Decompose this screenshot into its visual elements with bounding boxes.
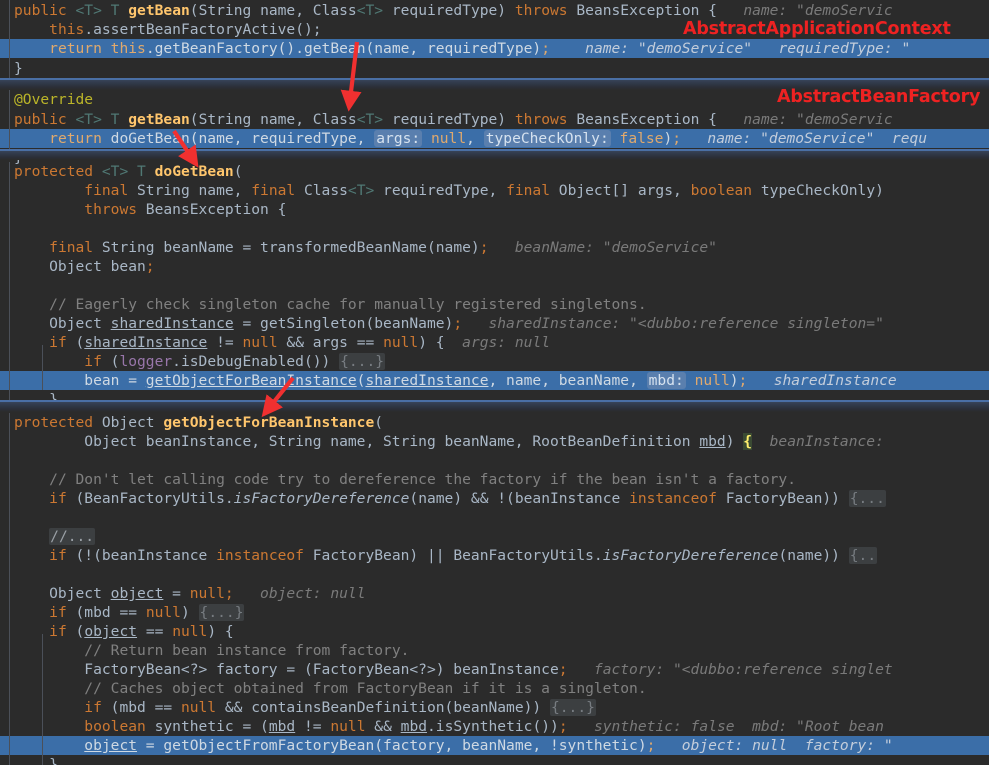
code-line-highlighted[interactable]: return doGetBean(name, requiredType, arg… bbox=[0, 129, 989, 149]
file-separator-line bbox=[0, 78, 989, 80]
code-editor[interactable]: public <T> T getBean(String name, Class<… bbox=[0, 0, 989, 765]
code-line[interactable]: // Eagerly check singleton cache for man… bbox=[0, 295, 989, 314]
code-line[interactable]: final String beanName = transformedBeanN… bbox=[0, 238, 989, 257]
code-line[interactable]: // Don't let calling code try to derefer… bbox=[0, 470, 989, 489]
file-separator-line bbox=[0, 400, 989, 402]
code-line[interactable]: if (mbd == null && containsBeanDefinitio… bbox=[0, 698, 989, 717]
code-line[interactable]: } bbox=[0, 59, 989, 78]
code-line[interactable]: if (object == null) { bbox=[0, 622, 989, 641]
code-line[interactable]: final String name, final Class<T> requir… bbox=[0, 181, 989, 200]
code-line[interactable]: // Return bean instance from factory. bbox=[0, 641, 989, 660]
code-line[interactable]: protected Object getObjectForBeanInstanc… bbox=[0, 413, 989, 432]
code-line[interactable]: // Caches object obtained from FactoryBe… bbox=[0, 679, 989, 698]
code-line[interactable]: if (logger.isDebugEnabled()) {...} bbox=[0, 352, 989, 371]
code-line[interactable] bbox=[0, 219, 989, 238]
code-line[interactable]: Object sharedInstance = getSingleton(bea… bbox=[0, 314, 989, 333]
code-line[interactable]: public <T> T getBean(String name, Class<… bbox=[0, 1, 989, 20]
indent-guide bbox=[9, 90, 10, 149]
callout-abstractbeanfactory: AbstractBeanFactory bbox=[777, 87, 981, 107]
code-line[interactable]: Object beanInstance, String name, String… bbox=[0, 432, 989, 451]
code-line[interactable]: Object object = null; object: null bbox=[0, 584, 989, 603]
code-line[interactable]: throws BeansException { bbox=[0, 200, 989, 219]
code-line-highlighted[interactable]: return this.getBeanFactory().getBean(nam… bbox=[0, 39, 989, 59]
callout-abstractapplicationcontext: AbstractApplicationContext bbox=[683, 19, 951, 39]
code-line[interactable]: public <T> T getBean(String name, Class<… bbox=[0, 110, 989, 129]
indent-guide bbox=[9, 162, 10, 400]
code-line-highlighted[interactable]: bean = getObjectForBeanInstance(sharedIn… bbox=[0, 371, 989, 391]
code-line[interactable] bbox=[0, 508, 989, 527]
code-line[interactable] bbox=[0, 565, 989, 584]
file-separator-line bbox=[0, 149, 989, 151]
code-line[interactable] bbox=[0, 276, 989, 295]
code-line[interactable]: if (mbd == null) {...} bbox=[0, 603, 989, 622]
code-line[interactable]: boolean synthetic = (mbd != null && mbd.… bbox=[0, 717, 989, 736]
code-line[interactable]: if (!(beanInstance instanceof FactoryBea… bbox=[0, 546, 989, 565]
indent-guide bbox=[42, 345, 43, 390]
code-line[interactable]: } bbox=[0, 755, 989, 765]
indent-guide bbox=[9, 413, 10, 765]
code-line-highlighted[interactable]: object = getObjectFromFactoryBean(factor… bbox=[0, 736, 989, 756]
indent-guide bbox=[9, 0, 10, 78]
code-line[interactable]: if (sharedInstance != null && args == nu… bbox=[0, 333, 989, 352]
code-line[interactable]: if (BeanFactoryUtils.isFactoryDereferenc… bbox=[0, 489, 989, 508]
code-line[interactable]: protected <T> T doGetBean( bbox=[0, 162, 989, 181]
code-lines-container[interactable]: public <T> T getBean(String name, Class<… bbox=[0, 0, 989, 765]
code-line[interactable]: //... bbox=[0, 527, 989, 546]
code-line[interactable]: FactoryBean<?> factory = (FactoryBean<?>… bbox=[0, 660, 989, 679]
code-line[interactable] bbox=[0, 451, 989, 470]
code-line[interactable]: Object bean; bbox=[0, 257, 989, 276]
indent-guide bbox=[42, 634, 43, 765]
